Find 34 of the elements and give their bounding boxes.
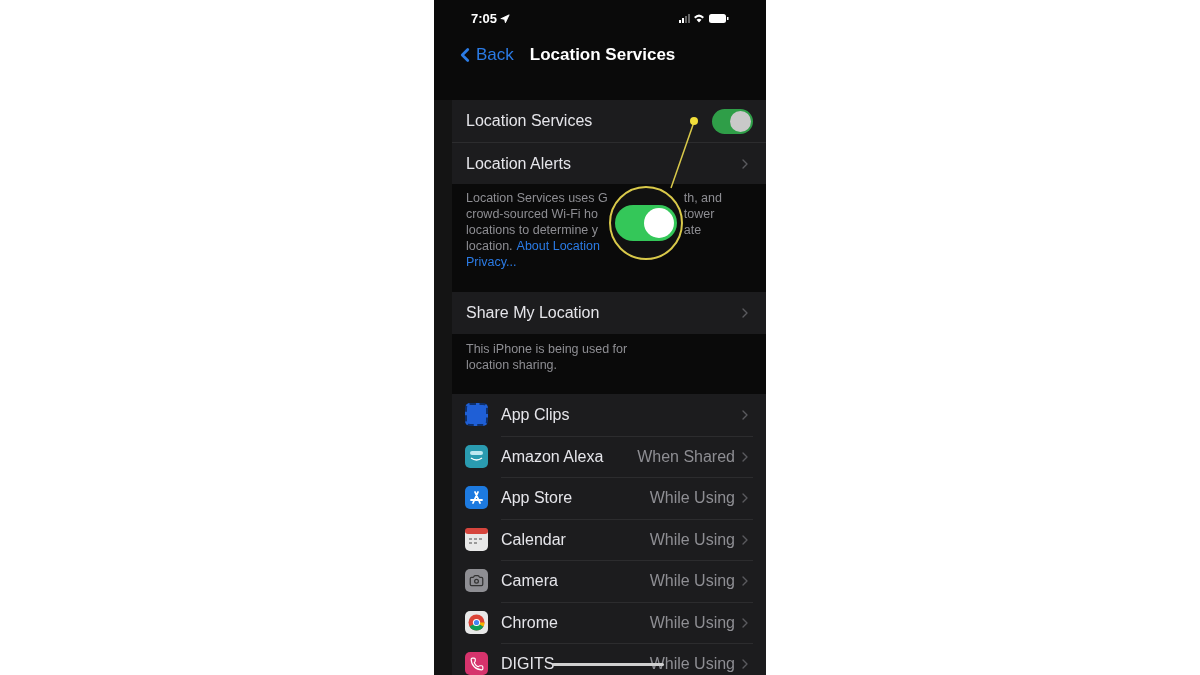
description-text: tower xyxy=(683,206,716,222)
toggle-switch[interactable] xyxy=(712,108,753,134)
app-row[interactable]: App Store While Using xyxy=(452,477,766,519)
status-icons-drawing xyxy=(679,13,729,25)
phone-icon xyxy=(465,652,488,675)
description-text: ate xyxy=(683,222,703,238)
marker-dot xyxy=(690,117,698,125)
app-row[interactable]: Camera While Using xyxy=(452,560,766,602)
settings-row[interactable]: Location Services xyxy=(452,100,766,142)
description-text: Location Services uses G xyxy=(466,190,608,206)
settings-row[interactable]: Location Alerts xyxy=(452,142,766,184)
page-title: Location Services xyxy=(529,44,676,67)
description-text: locations to determine y xyxy=(466,222,598,238)
back-button[interactable]: Back xyxy=(458,42,514,68)
description-text: location. xyxy=(466,238,513,254)
status-time: 7:05 xyxy=(471,10,498,29)
privacy-link[interactable]: About Location xyxy=(516,238,600,254)
settings-row[interactable]: Share My Location xyxy=(452,292,766,334)
pencil-a-app-icon xyxy=(465,486,488,510)
toggle-switch[interactable] xyxy=(614,205,677,241)
browser-ring-icon xyxy=(465,610,488,634)
location-arrow-icon xyxy=(500,14,511,24)
app-row[interactable]: Chrome While Using xyxy=(452,601,766,643)
description-text: crowd-sourced Wi-Fi ho xyxy=(466,206,598,222)
app-row[interactable]: App Clips xyxy=(452,394,766,436)
square-app-icon xyxy=(465,403,488,427)
footer-text: This iPhone is being used for location sharing. xyxy=(466,341,629,373)
camera-icon xyxy=(465,569,488,593)
privacy-link[interactable]: Privacy... xyxy=(466,254,517,270)
speech-bubble-app-icon xyxy=(465,444,488,468)
app-row[interactable]: Calendar While Using xyxy=(452,518,766,560)
calendar-icon xyxy=(465,527,488,551)
app-row[interactable]: Amazon Alexa When Shared xyxy=(452,435,766,477)
description-text: th, and xyxy=(683,190,722,206)
